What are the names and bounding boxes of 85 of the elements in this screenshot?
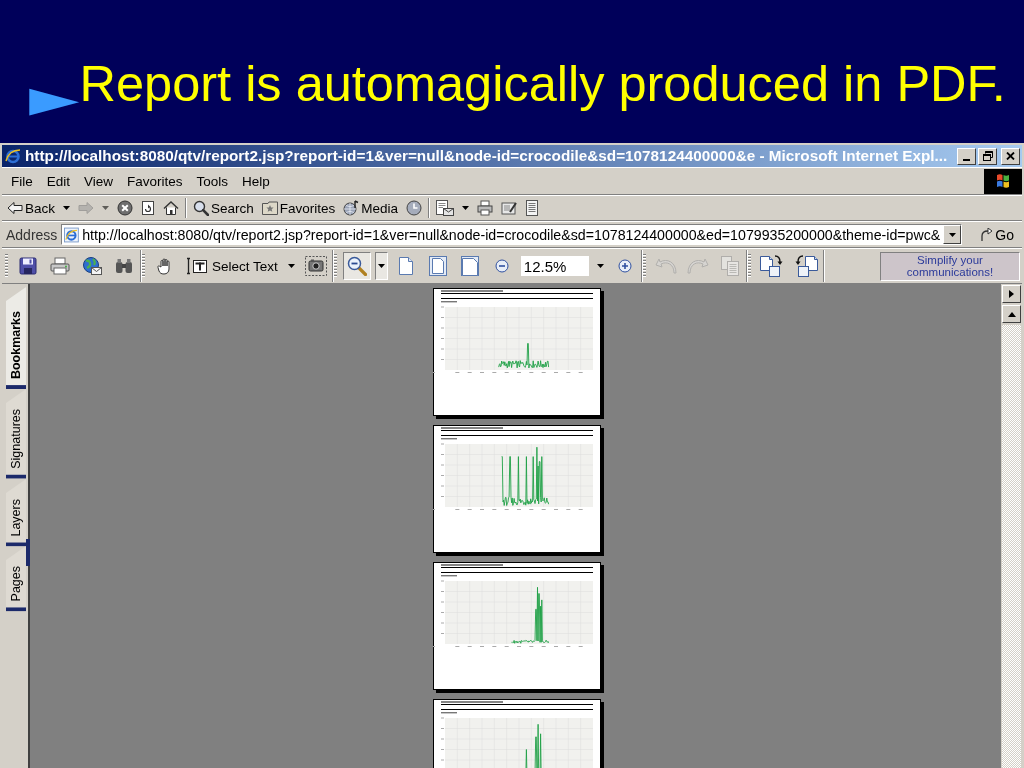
forward-arrow-icon	[78, 201, 94, 215]
back-button[interactable]: Back	[4, 197, 58, 219]
e-logo-icon	[5, 148, 21, 164]
menu-item[interactable]: File	[4, 171, 40, 191]
stop-icon	[117, 200, 133, 216]
minimize-icon	[963, 158, 970, 161]
minimize-button[interactable]	[957, 147, 976, 165]
printer-icon	[477, 200, 494, 216]
binoculars-icon	[115, 258, 133, 274]
toolbar-grip[interactable]	[5, 254, 8, 278]
menu-item[interactable]: Favorites	[120, 171, 190, 191]
go-button[interactable]: Go	[974, 223, 1019, 246]
fit-width-icon	[460, 256, 479, 276]
caret-icon	[287, 264, 295, 268]
star-folder-icon	[261, 201, 278, 215]
address-label: Address	[6, 226, 58, 243]
text-select-icon	[186, 257, 208, 275]
page-arrow-icon	[793, 255, 818, 277]
page-thumbnail-drawing[interactable]	[432, 425, 604, 556]
menu-item[interactable]: View	[77, 171, 121, 191]
pane-toggle-button[interactable]	[1002, 285, 1021, 303]
menu-item[interactable]: Help	[235, 171, 277, 191]
side-tab[interactable]: Pages	[6, 546, 26, 612]
side-tab[interactable]: Bookmarks	[6, 287, 26, 390]
search-button[interactable]: Search	[190, 197, 257, 219]
toolbar-grip[interactable]	[142, 254, 145, 278]
globe-note-icon	[343, 200, 360, 216]
toolbar-grip[interactable]	[333, 254, 337, 278]
triangle-up-icon	[1007, 311, 1016, 317]
search-icon	[193, 200, 209, 216]
slide-title: Report is automagically produced in PDF.	[79, 59, 1006, 110]
caret-icon	[462, 206, 470, 210]
history-icon	[406, 200, 423, 216]
fit-page-icon	[428, 256, 447, 276]
splitter-handle[interactable]	[26, 539, 30, 566]
envelope-icon	[436, 200, 455, 216]
printer-icon	[50, 257, 70, 275]
close-icon	[1006, 152, 1015, 160]
page-thumbnail-drawing[interactable]	[432, 288, 604, 419]
go-arrow-icon	[979, 227, 994, 242]
caret-icon	[102, 206, 109, 210]
dropdown-button[interactable]	[374, 252, 388, 280]
redo-arrow-icon	[686, 258, 709, 274]
pencil-page-icon	[501, 200, 518, 216]
window-title: http://localhost:8080/qtv/report2.jsp?report-id=1&ver=null&node-id=crocodile&sd=1078124400000&e - Microsoft Internet Expl...	[25, 147, 949, 165]
caret-icon	[596, 264, 604, 268]
refresh-icon	[141, 200, 155, 216]
undo-arrow-icon	[654, 258, 677, 274]
caret-icon	[948, 232, 956, 237]
caret-icon	[377, 264, 385, 268]
side-tab[interactable]: Signatures	[6, 389, 26, 479]
e-logo-icon	[64, 226, 80, 243]
zoom-out-magnifier-icon	[346, 256, 367, 276]
stop-button[interactable]	[114, 197, 136, 219]
toolbar-grip[interactable]	[747, 254, 751, 278]
menu-item[interactable]: Tools	[189, 171, 236, 191]
globe-envelope-icon	[82, 257, 102, 275]
side-tab[interactable]: Layers	[6, 478, 26, 547]
address-field[interactable]: http://localhost:8080/qtv/report2.jsp?report-id=1&ver=null&node-id=crocodile&sd=1078124400000&ed=1079935200000&theme-id=pwc&	[61, 224, 963, 245]
close-button[interactable]	[1001, 147, 1020, 165]
copy-pages-icon	[720, 256, 739, 276]
toolbar-grip[interactable]	[642, 254, 646, 278]
flag-icon	[984, 168, 1022, 194]
zoom-tool-button[interactable]	[342, 252, 371, 280]
document-icon	[525, 200, 540, 216]
plus-circle-icon	[617, 259, 632, 273]
page-arrow-icon	[759, 255, 784, 277]
select-text-button[interactable]: Select Text	[183, 252, 281, 280]
restore-icon	[982, 151, 993, 161]
caret-icon	[63, 206, 70, 210]
ad-link[interactable]: Simplify your communications!	[880, 251, 1020, 281]
restore-button[interactable]	[978, 147, 997, 165]
back-arrow-icon	[7, 201, 23, 215]
camera-icon	[304, 256, 327, 276]
favorites-button[interactable]: Favorites	[258, 197, 339, 219]
triangle-right-icon	[1009, 290, 1014, 298]
menu-item[interactable]: Edit	[39, 171, 78, 191]
home-icon	[163, 200, 179, 216]
minus-circle-icon	[494, 259, 509, 273]
zoom-field[interactable]: 12.5%	[519, 255, 590, 277]
bullet: ►	[13, 77, 79, 122]
media-button[interactable]: Media	[340, 197, 402, 219]
page-thumbnail-drawing[interactable]	[432, 562, 604, 693]
page-icon	[397, 256, 414, 276]
scroll-up-button[interactable]	[1002, 305, 1021, 323]
